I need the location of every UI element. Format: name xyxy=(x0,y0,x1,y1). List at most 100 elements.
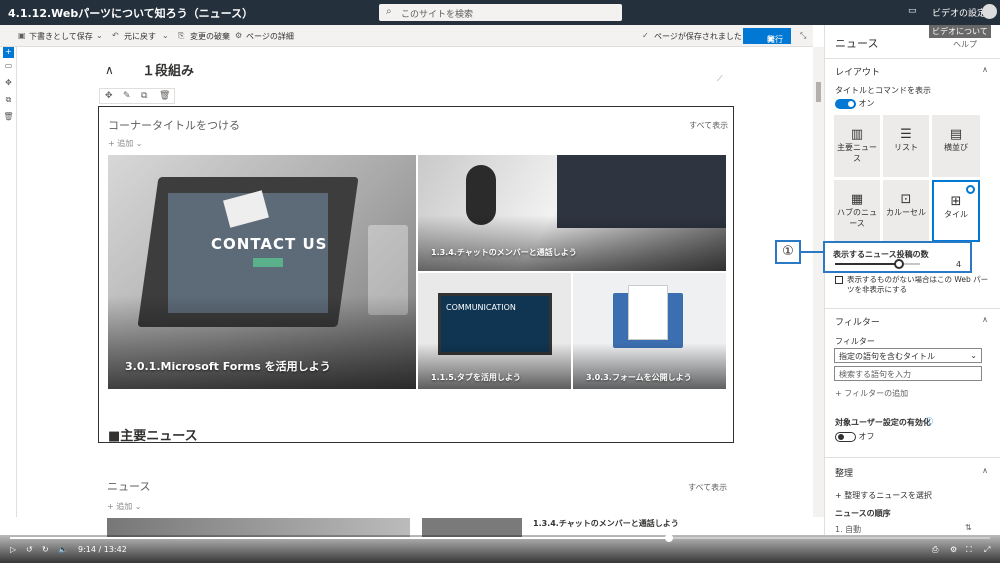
layout-option-list[interactable]: ☰ リスト xyxy=(883,115,929,177)
layout-label: カルーセル xyxy=(886,208,926,217)
comment-icon[interactable]: ▭ xyxy=(3,61,14,72)
layout-label: 横並び xyxy=(944,143,968,152)
canvas-scrollbar[interactable] xyxy=(813,47,824,517)
progress-knob[interactable] xyxy=(664,534,673,542)
add-news-button[interactable]: + 追加 ⌄ xyxy=(108,138,143,149)
audience-toggle[interactable]: オフ xyxy=(835,431,875,442)
chevron-up-icon[interactable]: ∧ xyxy=(982,466,988,475)
filter-keyword-input[interactable]: 検索する語句を入力 xyxy=(834,366,982,381)
organize-link[interactable]: + 整理するニュースを選択 xyxy=(835,490,932,501)
chevron-down-icon: ⌄ xyxy=(132,502,142,511)
add-filter-button[interactable]: + フィルターの追加 xyxy=(835,388,908,399)
news-tile-2[interactable]: 1.3.4.チャットのメンバーと通話しよう xyxy=(418,155,726,271)
chevron-up-icon[interactable]: ∧ xyxy=(982,315,988,324)
delete-icon[interactable]: 🗑 xyxy=(159,91,170,101)
chevron-down-icon: ⌄ xyxy=(970,351,977,360)
news-tile-4[interactable]: 3.0.3.フォームを公開しよう xyxy=(573,273,726,389)
undo-button[interactable]: 元に戻す xyxy=(124,31,156,42)
page-canvas: ∧ １段組み ⟋ ✥ ✎ ⧉ 🗑 コーナータイトルをつける すべて表示 + 追加… xyxy=(17,47,813,538)
news-tile-1[interactable]: CONTACT US 3.0.1.Microsoft Forms を活用しよう xyxy=(108,155,416,389)
toggle-state: オン xyxy=(858,99,875,108)
expand-icon[interactable]: ⤢ xyxy=(984,545,990,555)
news-tile-3[interactable]: COMMUNICATION 1.1.5.タブを活用しよう xyxy=(418,273,571,389)
discard-button[interactable]: 変更の破棄 xyxy=(190,31,230,42)
layout-option-top-story[interactable]: ▥ 主要ニュース xyxy=(834,115,880,177)
news-title-4[interactable]: 3.0.3.フォームを公開しよう xyxy=(586,372,692,383)
divider xyxy=(825,457,1000,458)
chevron-down-icon: ⌄ xyxy=(133,139,143,148)
chevron-down-icon[interactable]: ⌄ xyxy=(162,31,169,40)
move-icon[interactable]: ✥ xyxy=(3,78,14,89)
news-webpart[interactable]: コーナータイトルをつける すべて表示 + 追加 ⌄ CONTACT US 3.0… xyxy=(98,106,734,443)
webpart-toolbar: ✥ ✎ ⧉ 🗑 xyxy=(99,88,175,104)
show-title-toggle[interactable]: オン xyxy=(835,98,875,109)
organize-section-header[interactable]: 整理 xyxy=(835,466,853,479)
fullscreen-icon[interactable]: ⛶ xyxy=(966,545,972,555)
see-all-link[interactable]: すべて表示 xyxy=(689,120,728,131)
chevron-up-icon[interactable]: ∧ xyxy=(982,65,988,74)
form-paper-image xyxy=(628,285,668,340)
plus-icon: + xyxy=(107,502,117,511)
add-section-icon[interactable]: + xyxy=(3,47,14,58)
captions-icon[interactable]: ⎙ xyxy=(932,545,938,555)
news-title-1[interactable]: 3.0.1.Microsoft Forms を活用しよう xyxy=(125,358,331,374)
delete-icon[interactable]: 🗑 xyxy=(3,112,14,123)
news-title-3[interactable]: 1.1.5.タブを活用しよう xyxy=(431,372,521,383)
second-see-all-link[interactable]: すべて表示 xyxy=(688,482,727,493)
rewind-icon[interactable]: ↺ xyxy=(26,545,33,554)
check-icon: ✓ xyxy=(642,31,649,40)
page-title: 4.1.12.Webパーツについて知ろう（ニュース） xyxy=(8,7,254,20)
info-icon[interactable]: ⓘ xyxy=(925,416,933,427)
second-add-news-button[interactable]: + 追加 ⌄ xyxy=(107,501,142,512)
canvas-scroll-thumb[interactable] xyxy=(816,82,821,102)
volume-icon[interactable]: 🔈 xyxy=(58,545,68,554)
side-by-side-icon: ▤ xyxy=(949,127,963,142)
layout-option-tiles[interactable]: ⊞ タイル xyxy=(932,180,980,242)
order-item-1[interactable]: 1. 自動 xyxy=(835,524,861,535)
duplicate-icon[interactable]: ⧉ xyxy=(3,95,14,106)
filter-select[interactable]: 指定の語句を含むタイトル ⌄ xyxy=(834,348,982,363)
layout-option-carousel[interactable]: ⊡ カルーセル xyxy=(883,180,929,242)
move-icon[interactable]: ✥ xyxy=(105,91,113,101)
avatar[interactable] xyxy=(982,4,997,19)
video-progress-bar[interactable] xyxy=(10,534,990,542)
audience-label: 対象ユーザー設定の有効化 xyxy=(835,418,931,427)
layout-option-side-by-side[interactable]: ▤ 横並び xyxy=(932,115,980,177)
edit-icon[interactable]: ✎ xyxy=(123,91,131,101)
divider xyxy=(825,58,1000,59)
duplicate-icon[interactable]: ⧉ xyxy=(141,91,147,101)
caption-icon[interactable]: ▭ xyxy=(908,6,917,16)
left-toolbar: + ▭ ✥ ⧉ 🗑 xyxy=(0,47,17,517)
second-news-title[interactable]: 1.3.4.チャットのメンバーと通話しよう xyxy=(533,518,679,529)
layout-option-hub-news[interactable]: ▦ ハブのニュース xyxy=(834,180,880,242)
search-icon: ⌕ xyxy=(386,6,392,17)
collapse-section-icon[interactable]: ∧ xyxy=(105,63,114,77)
hide-webpart-checkbox[interactable] xyxy=(835,276,843,284)
main-news-heading: ■主要ニュース xyxy=(108,425,198,444)
chevron-down-icon[interactable]: ⌄ xyxy=(96,31,103,40)
layout-section-header[interactable]: レイアウト xyxy=(835,65,880,78)
second-webpart-title[interactable]: ニュース xyxy=(107,478,150,494)
page-details-button[interactable]: ページの詳細 xyxy=(246,31,294,42)
save-draft-button[interactable]: 下書きとして保存 xyxy=(29,31,93,42)
resize-handle-icon[interactable]: ⟋ xyxy=(717,74,723,84)
play-icon[interactable]: ▷ xyxy=(10,545,16,554)
hub-news-icon: ▦ xyxy=(850,192,864,207)
layout-label: 主要ニュース xyxy=(837,143,877,163)
toggle-switch[interactable] xyxy=(835,98,856,109)
video-settings-link[interactable]: ビデオの設定 xyxy=(932,6,986,19)
filter-section-header[interactable]: フィルター xyxy=(835,315,880,328)
site-search-box[interactable]: ⌕ このサイトを検索 xyxy=(379,4,622,21)
forward-icon[interactable]: ↻ xyxy=(42,545,49,554)
collapse-icon[interactable]: ⤡ xyxy=(800,31,806,41)
news-title-2[interactable]: 1.3.4.チャットのメンバーと通話しよう xyxy=(431,247,577,258)
about-video-link[interactable]: ビデオについて xyxy=(929,25,991,38)
gear-icon[interactable]: ⚙ xyxy=(950,545,957,554)
webpart-title[interactable]: コーナータイトルをつける xyxy=(108,117,240,133)
divider xyxy=(825,308,1000,309)
sort-icon[interactable]: ⇅ xyxy=(965,523,972,532)
publish-button[interactable]: ▣ 発行 xyxy=(743,28,791,44)
toggle-switch[interactable] xyxy=(835,431,856,442)
help-link[interactable]: ヘルプ xyxy=(953,39,977,50)
annotation-connector xyxy=(801,251,823,253)
